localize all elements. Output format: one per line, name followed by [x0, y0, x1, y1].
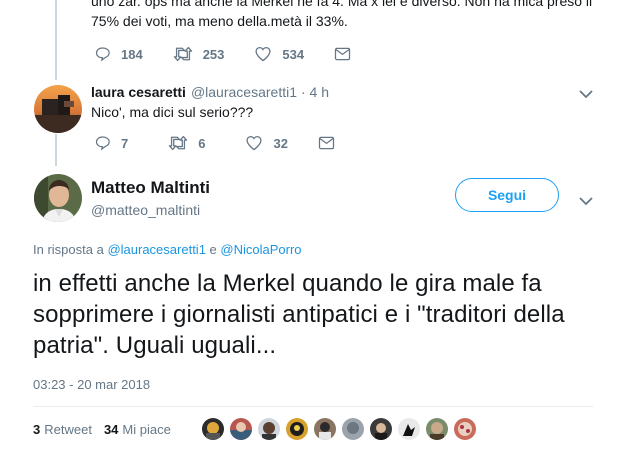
liker-avatar[interactable]	[202, 418, 224, 440]
reply-count: 184	[121, 46, 143, 62]
liker-avatar[interactable]	[370, 418, 392, 440]
likes-count: 34	[103, 422, 119, 437]
tweet-stats: 3 Retweet 34 Mi piace	[33, 422, 171, 437]
liker-avatar[interactable]	[314, 418, 336, 440]
laura-time[interactable]: · 4 h	[301, 84, 329, 100]
main-tweet-text: in effetti anche la Merkel quando le gir…	[33, 270, 565, 359]
laura-name[interactable]: laura cesaretti	[91, 84, 186, 100]
likes-label: Mi piace	[122, 422, 171, 437]
follow-button[interactable]: Segui	[455, 178, 559, 212]
like-action[interactable]: 534	[254, 46, 304, 62]
message-action[interactable]	[318, 136, 345, 150]
retweets-label: Retweet	[44, 422, 92, 437]
tweet-timestamp[interactable]: 03:23 - 20 mar 2018	[33, 377, 150, 392]
heart-icon	[255, 46, 271, 62]
likes-stat[interactable]: 34 Mi piace	[104, 422, 171, 437]
liker-avatar[interactable]	[398, 418, 420, 440]
envelope-icon	[334, 47, 351, 61]
likers-avatars	[202, 418, 482, 440]
retweets-stat[interactable]: 3 Retweet	[33, 422, 92, 437]
in-reply-prefix: In risposta a	[33, 242, 104, 257]
laura-tweet-actions: 7 6 32	[94, 135, 375, 151]
reply-count: 7	[121, 135, 129, 151]
in-reply-and: e	[209, 242, 217, 257]
in-reply-user-nicola[interactable]: @NicolaPorro	[220, 242, 301, 257]
liker-avatar[interactable]	[426, 418, 448, 440]
retweet-icon	[169, 135, 188, 151]
liker-avatar[interactable]	[286, 418, 308, 440]
reply-icon	[95, 136, 110, 151]
retweet-action[interactable]: 253	[173, 46, 225, 62]
retweet-icon	[173, 46, 192, 62]
in-reply-user-laura[interactable]: @lauracesaretti1	[107, 242, 205, 257]
previous-tweet-actions: 184 253 534	[94, 46, 391, 62]
liker-avatar[interactable]	[342, 418, 364, 440]
like-count: 32	[273, 135, 288, 151]
retweet-count: 6	[198, 135, 206, 151]
heart-icon	[246, 135, 263, 151]
in-reply-to: In risposta a @lauracesaretti1 e @Nicola…	[33, 242, 302, 257]
photo-image	[34, 85, 82, 133]
laura-chevron-down-icon[interactable]	[579, 86, 593, 104]
laura-tweet-text: Nico', ma dici sul serio???	[91, 104, 254, 120]
reply-icon	[95, 47, 110, 62]
reply-action[interactable]: 7	[94, 135, 128, 151]
liker-avatar[interactable]	[258, 418, 280, 440]
matteo-avatar[interactable]	[34, 174, 82, 222]
thread-line-top	[55, 0, 57, 80]
matteo-handle[interactable]: @matteo_maltinti	[91, 202, 200, 218]
previous-tweet-text: uno zar. ops ma anche la Merkel ne fa 4.…	[91, 0, 593, 29]
envelope-icon	[318, 136, 335, 150]
laura-header: laura cesaretti @lauracesaretti1 · 4 h	[91, 84, 329, 100]
liker-avatar[interactable]	[230, 418, 252, 440]
retweet-action[interactable]: 6	[168, 135, 205, 151]
portrait-image	[34, 174, 82, 222]
laura-handle[interactable]: @lauracesaretti1	[191, 84, 297, 100]
like-action[interactable]: 32	[245, 135, 288, 151]
retweets-count: 3	[33, 422, 41, 437]
laura-avatar[interactable]	[34, 85, 82, 133]
matteo-chevron-down-icon[interactable]	[579, 193, 593, 211]
like-count: 534	[282, 46, 305, 62]
thread-line-middle	[55, 134, 57, 166]
message-action[interactable]	[334, 47, 361, 61]
matteo-name[interactable]: Matteo Maltinti	[91, 178, 210, 198]
reply-action[interactable]: 184	[94, 46, 143, 62]
divider-top	[33, 406, 593, 407]
liker-avatar[interactable]	[454, 418, 476, 440]
retweet-count: 253	[202, 46, 225, 62]
